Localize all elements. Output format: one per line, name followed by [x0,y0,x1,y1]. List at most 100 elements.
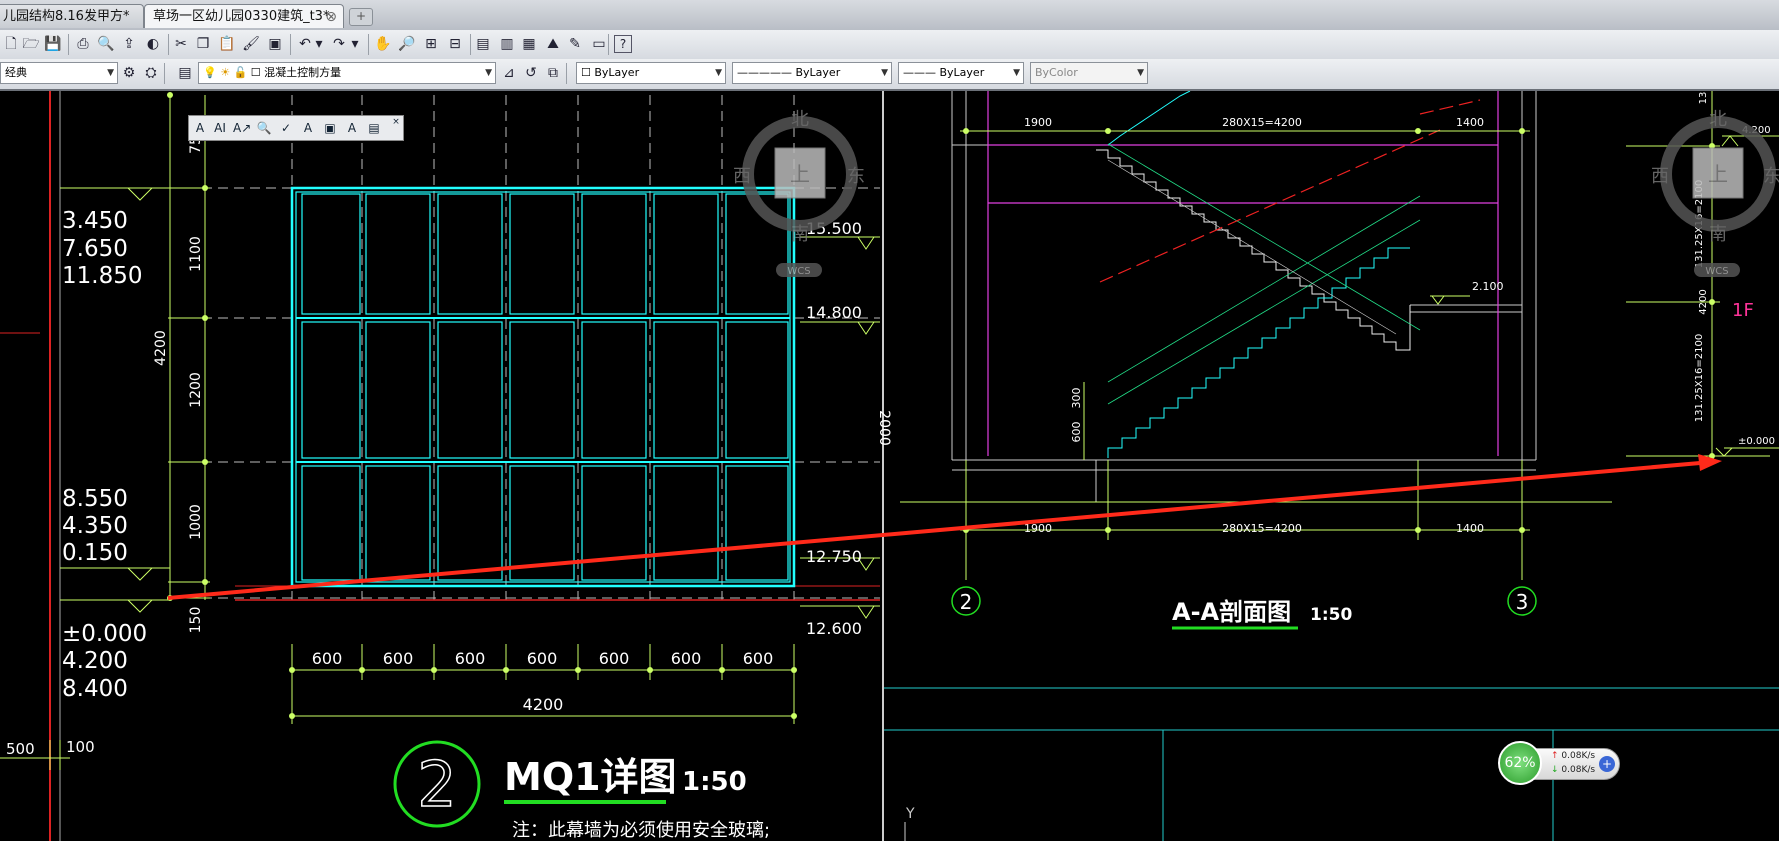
copy-icon[interactable]: ❐ [194,35,212,53]
paste-icon[interactable]: 📋 [218,35,236,53]
chevron-down-icon: ▼ [715,68,722,78]
dim-label: 2000 [876,410,892,446]
dim-label: 131.25X16=2100 [1694,334,1705,422]
dim-label: 280X15=4200 [1222,522,1302,535]
dim-label: 280X15=4200 [1222,116,1302,129]
linetype-sample: ————— [737,66,796,79]
markup-icon[interactable]: ✎ [566,35,584,53]
new-icon[interactable]: 🗋 [2,35,20,53]
lineweight-select[interactable]: ——— ByLayer ▼ [898,62,1024,84]
design-center-icon[interactable]: ▥ [498,35,516,53]
make-current-icon[interactable]: ⊿ [500,64,518,82]
find-text-icon[interactable]: 🔍 [255,119,273,137]
download-speed: 0.08K/s [1561,765,1596,775]
edit-text-icon[interactable]: A↗ [233,119,251,137]
elevation-label: 4.200 [62,648,128,674]
floor-label: 1F [1732,300,1754,321]
pan-icon[interactable]: ✋ [374,35,392,53]
sheet-set-icon[interactable]: ⛰ [544,35,562,53]
print-icon[interactable]: ⎙ [74,35,92,53]
compass-east[interactable]: 东 [847,166,865,187]
linetype-select[interactable]: ————— ByLayer ▼ [732,62,892,84]
tab-document-2[interactable]: 草场一区幼儿园0330建筑_t3* ⊗ [144,4,344,28]
tool-palettes-icon[interactable]: ▦ [520,35,538,53]
dim-label: 1000 [188,504,204,540]
zoom-window-icon[interactable]: ⊞ [422,35,440,53]
compass-west[interactable]: 西 [1651,166,1669,187]
multiline-text-icon[interactable]: AI [211,119,229,137]
dim-label: 600 [383,649,414,668]
cut-icon[interactable]: ✂ [172,35,190,53]
dim-label: 100 [66,738,95,756]
publish-icon[interactable]: ⇪ [120,35,138,53]
layer-name: 混凝土控制方量 [264,66,342,79]
close-icon[interactable]: ⊗ [325,5,337,28]
dim-label: 1200 [188,372,204,408]
wcs-menu[interactable]: WCS [787,266,810,277]
chevron-down-icon[interactable]: ▾ [310,35,328,53]
print-preview-icon[interactable]: 🔍 [97,35,115,53]
elevation-label: 11.850 [62,263,142,289]
lineweight-sample: ——— [903,66,940,79]
dim-label: 300 [1070,388,1083,409]
text-scale-icon[interactable]: A [299,119,317,137]
layer-select[interactable]: 💡 ☀ 🔓 ☐ 混凝土控制方量 ▼ [198,62,496,84]
wcs-menu[interactable]: WCS [1705,266,1728,277]
document-tab-bar: 儿园结构8.16发甲方* 草场一区幼儿园0330建筑_t3* ⊗ + [0,0,1779,31]
elevation-label: 8.550 [62,486,128,512]
level-label: 12.600 [806,619,862,638]
save-icon[interactable]: 💾 [44,35,62,53]
tab-document-1[interactable]: 儿园结构8.16发甲方* [0,4,144,28]
text-style-icon[interactable]: A [191,119,209,137]
plot-icon[interactable]: ◐ [144,35,162,53]
viewcube-top[interactable]: 上 [790,162,810,186]
block-editor-icon[interactable]: ▣ [266,35,284,53]
layers-properties-toolbar: 经典 ▼ ⚙ ⛭ ▤ 💡 ☀ 🔓 ☐ 混凝土控制方量 ▼ ⊿ ↺ ⧉ ☐ ByLa… [0,59,1779,91]
elevation-label: 7.650 [62,236,128,262]
dim-label: 1400 [1456,522,1484,535]
justify-text-icon[interactable]: ▣ [321,119,339,137]
dim-label: 600 [527,649,558,668]
layer-manager-icon[interactable]: ▤ [176,64,194,82]
tab-label: 儿园结构8.16发甲方* [3,9,130,24]
standard-toolbar: 🗋 🗁 💾 ⎙ 🔍 ⇪ ◐ ✂ ❐ 📋 🖌 ▣ ↶ ▾ ↷ ▾ ✋ 🔎 ⊞ ⊟ … [0,30,1779,60]
workspace-value: 经典 [5,66,27,79]
text-align-icon[interactable]: ▤ [365,119,383,137]
elevation-label: ±0.000 [62,621,147,647]
lineweight-value: ByLayer [939,66,985,79]
sun-icon: ☀ [220,66,231,79]
text-frame-icon[interactable]: A [343,119,361,137]
workspace-settings-icon[interactable]: ⛭ [142,64,160,82]
close-icon[interactable]: × [387,113,405,131]
zoom-previous-icon[interactable]: ⊟ [446,35,464,53]
dim-label: 600 [1070,422,1083,443]
network-monitor[interactable]: ↑ 0.08K/s ↓ 0.08K/s + 62% [1498,741,1622,785]
dim-label: 600 [671,649,702,668]
plus-icon[interactable]: + [1599,756,1615,772]
dim-label: 1400 [1456,116,1484,129]
lightbulb-icon: 💡 [203,66,217,79]
gear-icon[interactable]: ⚙ [120,64,138,82]
layer-previous-icon[interactable]: ↺ [522,64,540,82]
dim-label: 13 [1698,92,1709,105]
calculator-icon[interactable]: ▭ [590,35,608,53]
open-icon[interactable]: 🗁 [22,35,40,53]
drawing-canvas[interactable]: 4200 75 1100 1200 1000 150 3.450 7.650 1… [0,91,1779,841]
zoom-realtime-icon[interactable]: 🔎 [398,35,416,53]
compass-west[interactable]: 西 [733,166,751,187]
color-select[interactable]: ☐ ByLayer ▼ [576,62,726,84]
compass-north[interactable]: 北 [791,109,809,130]
compass-south[interactable]: 南 [1709,224,1727,245]
compass-south[interactable]: 南 [791,224,809,245]
compass-east[interactable]: 东 [1763,166,1779,187]
workspace-select[interactable]: 经典 ▼ [0,62,118,84]
match-properties-icon[interactable]: 🖌 [242,35,260,53]
layer-state-icon[interactable]: ⧉ [544,64,562,82]
help-icon[interactable]: ? [614,35,632,53]
compass-north[interactable]: 北 [1709,109,1727,130]
new-tab-button[interactable]: + [349,8,373,26]
chevron-down-icon[interactable]: ▾ [346,35,364,53]
properties-icon[interactable]: ▤ [474,35,492,53]
spell-check-icon[interactable]: ✓ [277,119,295,137]
viewcube-top[interactable]: 上 [1708,162,1728,186]
